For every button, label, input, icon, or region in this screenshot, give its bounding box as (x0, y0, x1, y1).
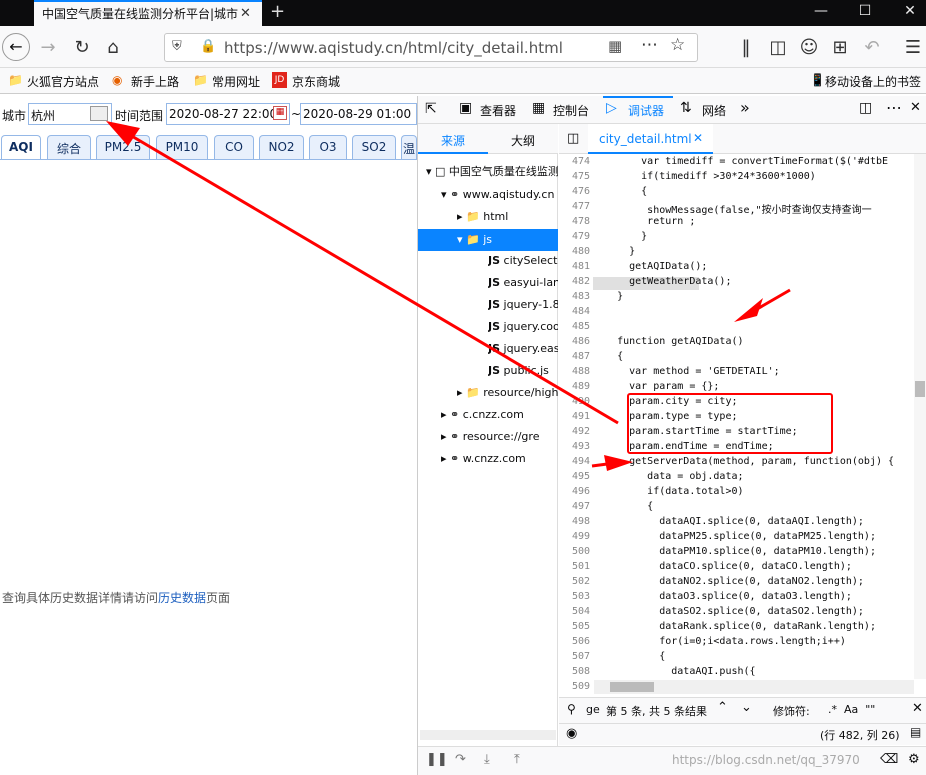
annotation-arrow-line (129, 133, 619, 425)
annotation-arrow-head (106, 121, 140, 146)
annotation-arrow-head (734, 298, 763, 322)
annotation-arrow-line (744, 288, 791, 318)
annotation-arrows (106, 121, 791, 471)
